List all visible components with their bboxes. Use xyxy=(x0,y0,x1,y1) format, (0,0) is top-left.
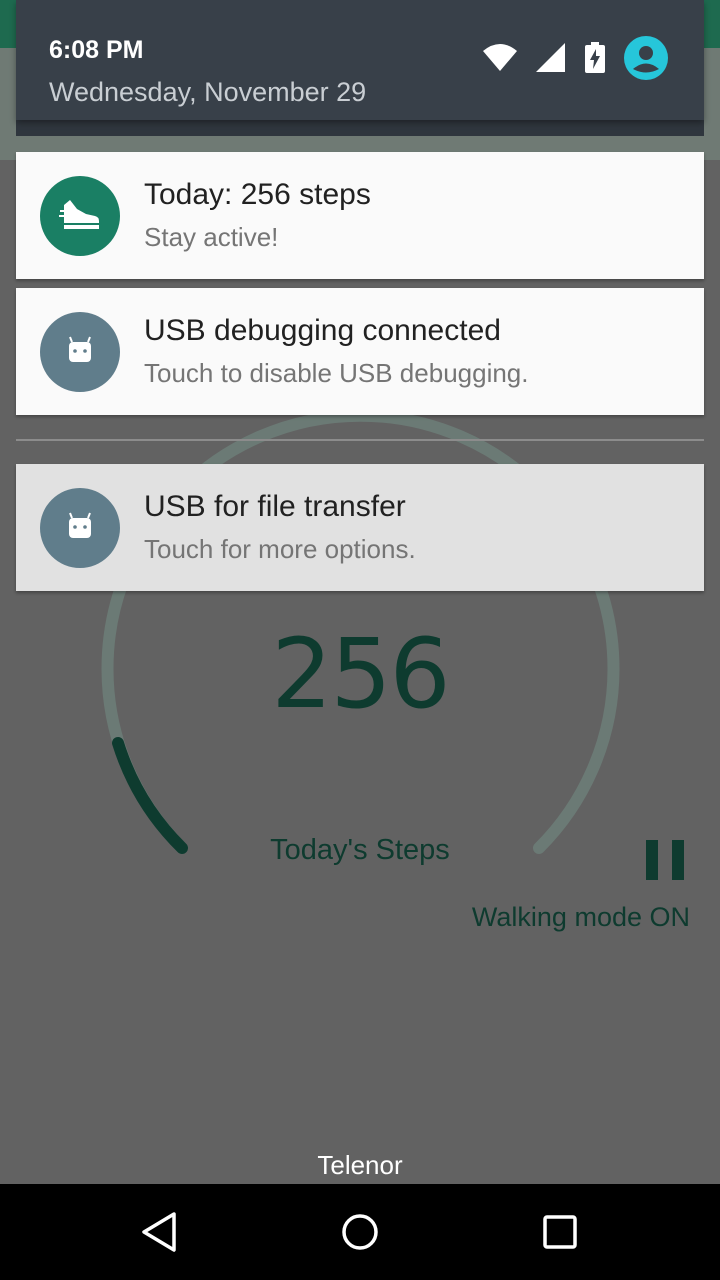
notification-icon-bg xyxy=(40,488,120,568)
android-icon xyxy=(40,312,120,392)
steps-count: 256 xyxy=(271,618,450,730)
notification-title: Today: 256 steps xyxy=(144,178,371,211)
carrier-label: Telenor xyxy=(317,1150,403,1180)
notification-text: Touch to disable USB debugging. xyxy=(144,358,529,388)
shade-ledge xyxy=(16,120,704,136)
notification-title: USB for file transfer xyxy=(144,490,406,523)
wifi-icon xyxy=(482,43,518,78)
notification-icon-bg xyxy=(40,312,120,392)
recents-icon xyxy=(543,1215,577,1249)
notification-usb-debugging[interactable]: USB debugging connected Touch to disable… xyxy=(16,288,704,415)
clock: 6:08 PM xyxy=(49,36,144,64)
user-account-icon[interactable] xyxy=(624,35,668,85)
date[interactable]: Wednesday, November 29 xyxy=(49,77,366,108)
back-icon xyxy=(142,1212,176,1252)
back-button[interactable] xyxy=(136,1208,184,1256)
progress-ring-fill xyxy=(112,737,188,854)
battery-charging-icon xyxy=(584,41,606,79)
navigation-bar xyxy=(0,1184,720,1280)
notification-text: Touch for more options. xyxy=(144,534,416,564)
status-icons xyxy=(464,35,668,85)
home-icon xyxy=(342,1214,378,1250)
walking-mode-status: Walking mode ON xyxy=(471,902,690,932)
shoe-icon xyxy=(40,176,120,256)
notification-divider xyxy=(16,439,704,441)
pause-icon[interactable] xyxy=(646,840,684,880)
recents-button[interactable] xyxy=(536,1208,584,1256)
quick-settings-header[interactable]: 6:08 PM Wednesday, November 29 xyxy=(16,0,704,120)
steps-label: Today's Steps xyxy=(270,834,450,866)
notification-steps[interactable]: Today: 256 steps Stay active! xyxy=(16,152,704,279)
notification-title: USB debugging connected xyxy=(144,314,501,347)
home-button[interactable] xyxy=(336,1208,384,1256)
notification-usb-file-transfer[interactable]: USB for file transfer Touch for more opt… xyxy=(16,464,704,591)
notification-icon-bg xyxy=(40,176,120,256)
cell-signal-icon xyxy=(536,42,566,78)
notification-text: Stay active! xyxy=(144,222,279,252)
android-icon xyxy=(40,488,120,568)
